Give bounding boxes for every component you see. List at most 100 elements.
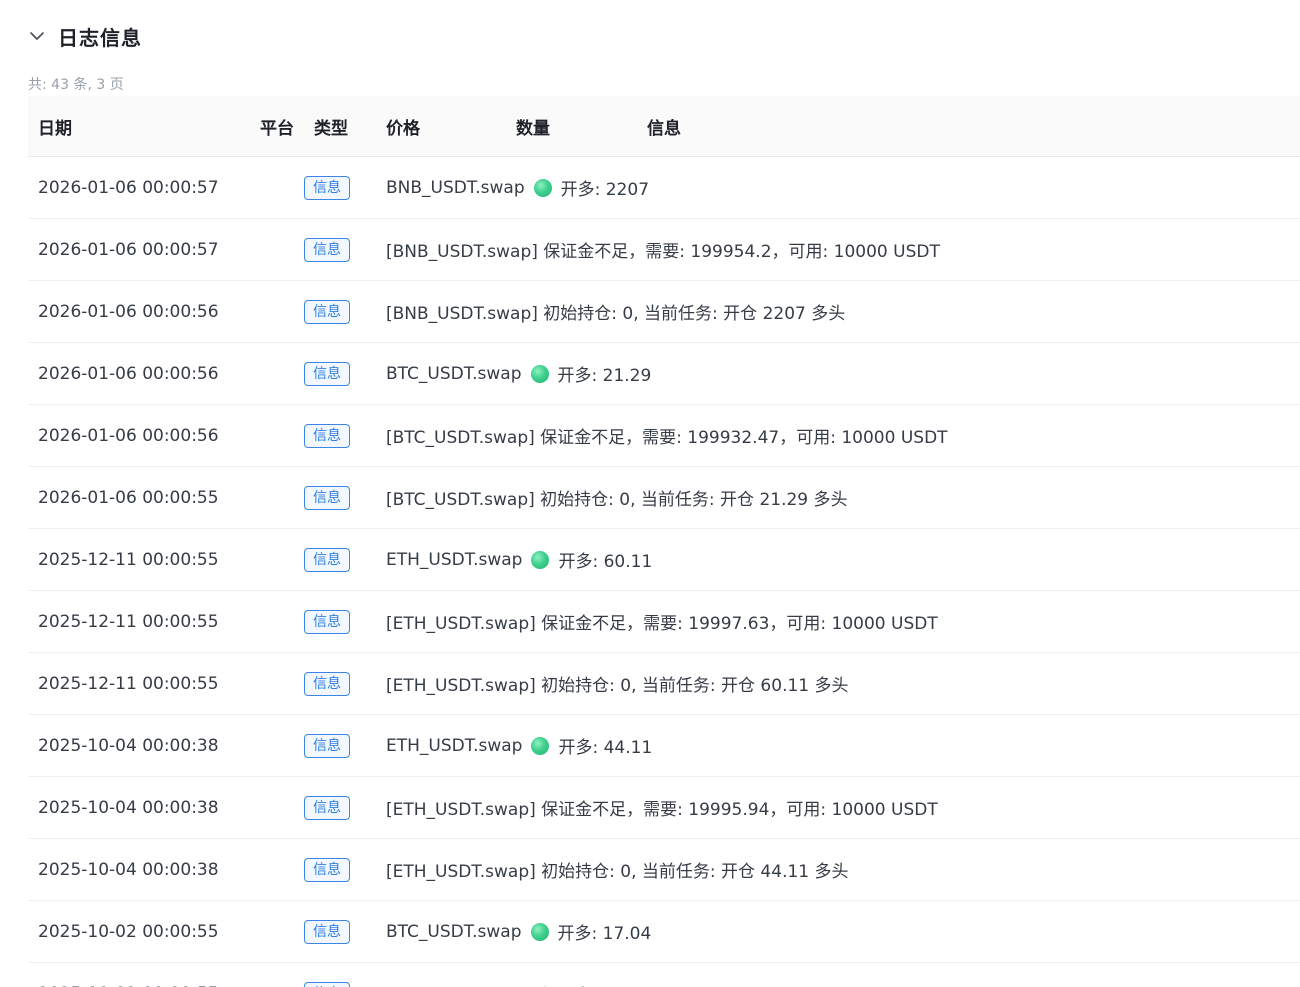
row-info: [ETH_USDT.swap] 保证金不足，需要: 19995.94，可用: 1… [386,795,1300,820]
type-badge: 信息 [304,795,350,820]
table-row[interactable]: 2025-12-11 00:00:55 信息 [ETH_USDT.swap] 初… [28,653,1300,715]
table-row[interactable]: 2025-10-02 00:00:55 信息 BTC_USDT.swap 开多: … [28,901,1300,963]
message-text: [ETH_USDT.swap] 保证金不足，需要: 19997.63，可用: 1… [386,614,938,634]
status-dot-icon [531,550,550,569]
row-type: 信息 [304,609,386,634]
symbol-text: BTC_USDT.swap [386,921,522,942]
chevron-down-icon[interactable] [28,27,46,45]
symbol-text: ETH_USDT.swap [386,735,523,756]
table-body: 2026-01-06 00:00:57 信息 BNB_USDT.swap 开多: … [28,157,1300,987]
table-row[interactable]: 2026-01-06 00:00:55 信息 [BTC_USDT.swap] 初… [28,467,1300,529]
row-type: 信息 [304,857,386,882]
header-price[interactable]: 价格 [386,114,516,139]
row-date: 2026-01-06 00:00:57 [38,177,219,198]
row-date: 2025-10-04 00:00:38 [38,859,219,880]
type-badge: 信息 [304,423,350,448]
type-badge: 信息 [304,919,350,944]
row-date: 2026-01-06 00:00:56 [38,301,219,322]
row-info: [BTC_USDT.swap] 保证金不足，需要: 199932.47，可用: … [386,423,1300,448]
type-badge: 信息 [304,485,350,510]
row-info: [BTC_USDT.swap] 保证金不足，需要: 199909.35，可用: … [386,981,1300,987]
action-text: 开多: 60.11 [558,552,653,572]
type-badge: 信息 [304,361,350,386]
row-info: ETH_USDT.swap 开多: 60.11 [386,547,1300,573]
action-text: 开多: 17.04 [557,924,652,944]
row-date: 2025-12-11 00:00:55 [38,549,219,570]
row-info: BTC_USDT.swap 开多: 17.04 [386,919,1300,945]
row-info: [BTC_USDT.swap] 初始持仓: 0, 当前任务: 开仓 21.29 … [386,485,1300,510]
message-text: [BNB_USDT.swap] 保证金不足，需要: 199954.2，可用: 1… [386,242,940,262]
log-panel: 日志信息 共: 43 条, 3 页 日期 平台 类型 价格 数量 信息 2026… [0,0,1300,987]
row-date: 2026-01-06 00:00:56 [38,425,219,446]
row-date: 2025-10-02 00:00:55 [28,984,238,987]
row-info: BTC_USDT.swap 开多: 21.29 [386,361,1300,387]
table-row[interactable]: 2026-01-06 00:00:57 信息 BNB_USDT.swap 开多: … [28,157,1300,219]
header-info[interactable]: 信息 [647,114,1300,139]
row-date: 2026-01-06 00:00:56 [38,363,219,384]
row-info: [ETH_USDT.swap] 初始持仓: 0, 当前任务: 开仓 44.11 … [386,857,1300,882]
table-row[interactable]: 2026-01-06 00:00:57 信息 [BNB_USDT.swap] 保… [28,219,1300,281]
type-badge: 信息 [304,981,350,987]
row-date: 2025-10-04 00:00:38 [38,735,219,756]
type-badge: 信息 [304,671,350,696]
row-info: [BNB_USDT.swap] 保证金不足，需要: 199954.2，可用: 1… [386,237,1300,262]
header-type[interactable]: 类型 [304,114,386,139]
row-type: 信息 [304,733,386,758]
action-text: 开多: 2207 [560,180,650,200]
log-table: 日期 平台 类型 价格 数量 信息 2026-01-06 00:00:57 信息… [28,96,1300,987]
row-type: 信息 [304,299,386,324]
row-date: 2025-12-11 00:00:55 [38,673,219,694]
row-date: 2025-10-02 00:00:55 [38,921,219,942]
table-row[interactable]: 2025-12-11 00:00:55 信息 ETH_USDT.swap 开多: … [28,529,1300,591]
table-row[interactable]: 2026-01-06 00:00:56 信息 BTC_USDT.swap 开多: … [28,343,1300,405]
row-type: 信息 [304,671,386,696]
row-date: 2026-01-06 00:00:55 [38,487,219,508]
message-text: [BTC_USDT.swap] 初始持仓: 0, 当前任务: 开仓 21.29 … [386,490,848,510]
action-text: 开多: 21.29 [557,366,652,386]
table-header: 日期 平台 类型 价格 数量 信息 [28,96,1300,157]
row-info: [BNB_USDT.swap] 初始持仓: 0, 当前任务: 开仓 2207 多… [386,299,1300,324]
section-title: 日志信息 [58,25,142,50]
type-badge: 信息 [304,733,350,758]
table-row[interactable]: 2025-10-04 00:00:38 信息 [ETH_USDT.swap] 初… [28,839,1300,901]
symbol-text: BTC_USDT.swap [386,363,522,384]
log-section-toggle[interactable]: 日志信息 [28,18,142,54]
row-info: [ETH_USDT.swap] 初始持仓: 0, 当前任务: 开仓 60.11 … [386,671,1300,696]
type-badge: 信息 [304,609,350,634]
row-type: 信息 [304,981,386,987]
row-type: 信息 [304,485,386,510]
header-date[interactable]: 日期 [28,114,238,139]
status-dot-icon [530,922,549,941]
symbol-text: ETH_USDT.swap [386,549,523,570]
action-text: 开多: 44.11 [558,738,653,758]
row-type: 信息 [304,237,386,262]
row-info: BNB_USDT.swap 开多: 2207 [386,175,1300,201]
row-type: 信息 [304,361,386,386]
header-platform[interactable]: 平台 [238,114,304,139]
table-row[interactable]: 2025-10-04 00:00:38 信息 [ETH_USDT.swap] 保… [28,777,1300,839]
table-row[interactable]: 2026-01-06 00:00:56 信息 [BNB_USDT.swap] 初… [28,281,1300,343]
type-badge: 信息 [304,299,350,324]
record-summary: 共: 43 条, 3 页 [28,77,124,93]
header-quantity[interactable]: 数量 [516,114,647,139]
row-type: 信息 [304,919,386,944]
type-badge: 信息 [304,547,350,572]
message-text: [ETH_USDT.swap] 初始持仓: 0, 当前任务: 开仓 44.11 … [386,862,849,882]
row-date: 2025-12-11 00:00:55 [38,611,219,632]
table-row[interactable]: 2025-10-04 00:00:38 信息 ETH_USDT.swap 开多: … [28,715,1300,777]
type-badge: 信息 [304,237,350,262]
row-type: 信息 [304,423,386,448]
message-text: [BTC_USDT.swap] 保证金不足，需要: 199932.47，可用: … [386,428,948,448]
message-text: [BTC_USDT.swap] 保证金不足，需要: 199909.35，可用: … [386,981,948,987]
status-dot-icon [533,178,552,197]
row-type: 信息 [304,175,386,200]
table-row[interactable]: 2026-01-06 00:00:56 信息 [BTC_USDT.swap] 保… [28,405,1300,467]
row-info: [ETH_USDT.swap] 保证金不足，需要: 19997.63，可用: 1… [386,609,1300,634]
row-type: 信息 [304,547,386,572]
message-text: [ETH_USDT.swap] 保证金不足，需要: 19995.94，可用: 1… [386,800,938,820]
table-row[interactable]: 2025-10-02 00:00:55 信息 [BTC_USDT.swap] 保… [28,963,1300,987]
type-badge: 信息 [304,175,350,200]
message-text: [ETH_USDT.swap] 初始持仓: 0, 当前任务: 开仓 60.11 … [386,676,849,696]
table-row[interactable]: 2025-12-11 00:00:55 信息 [ETH_USDT.swap] 保… [28,591,1300,653]
row-info: ETH_USDT.swap 开多: 44.11 [386,733,1300,759]
